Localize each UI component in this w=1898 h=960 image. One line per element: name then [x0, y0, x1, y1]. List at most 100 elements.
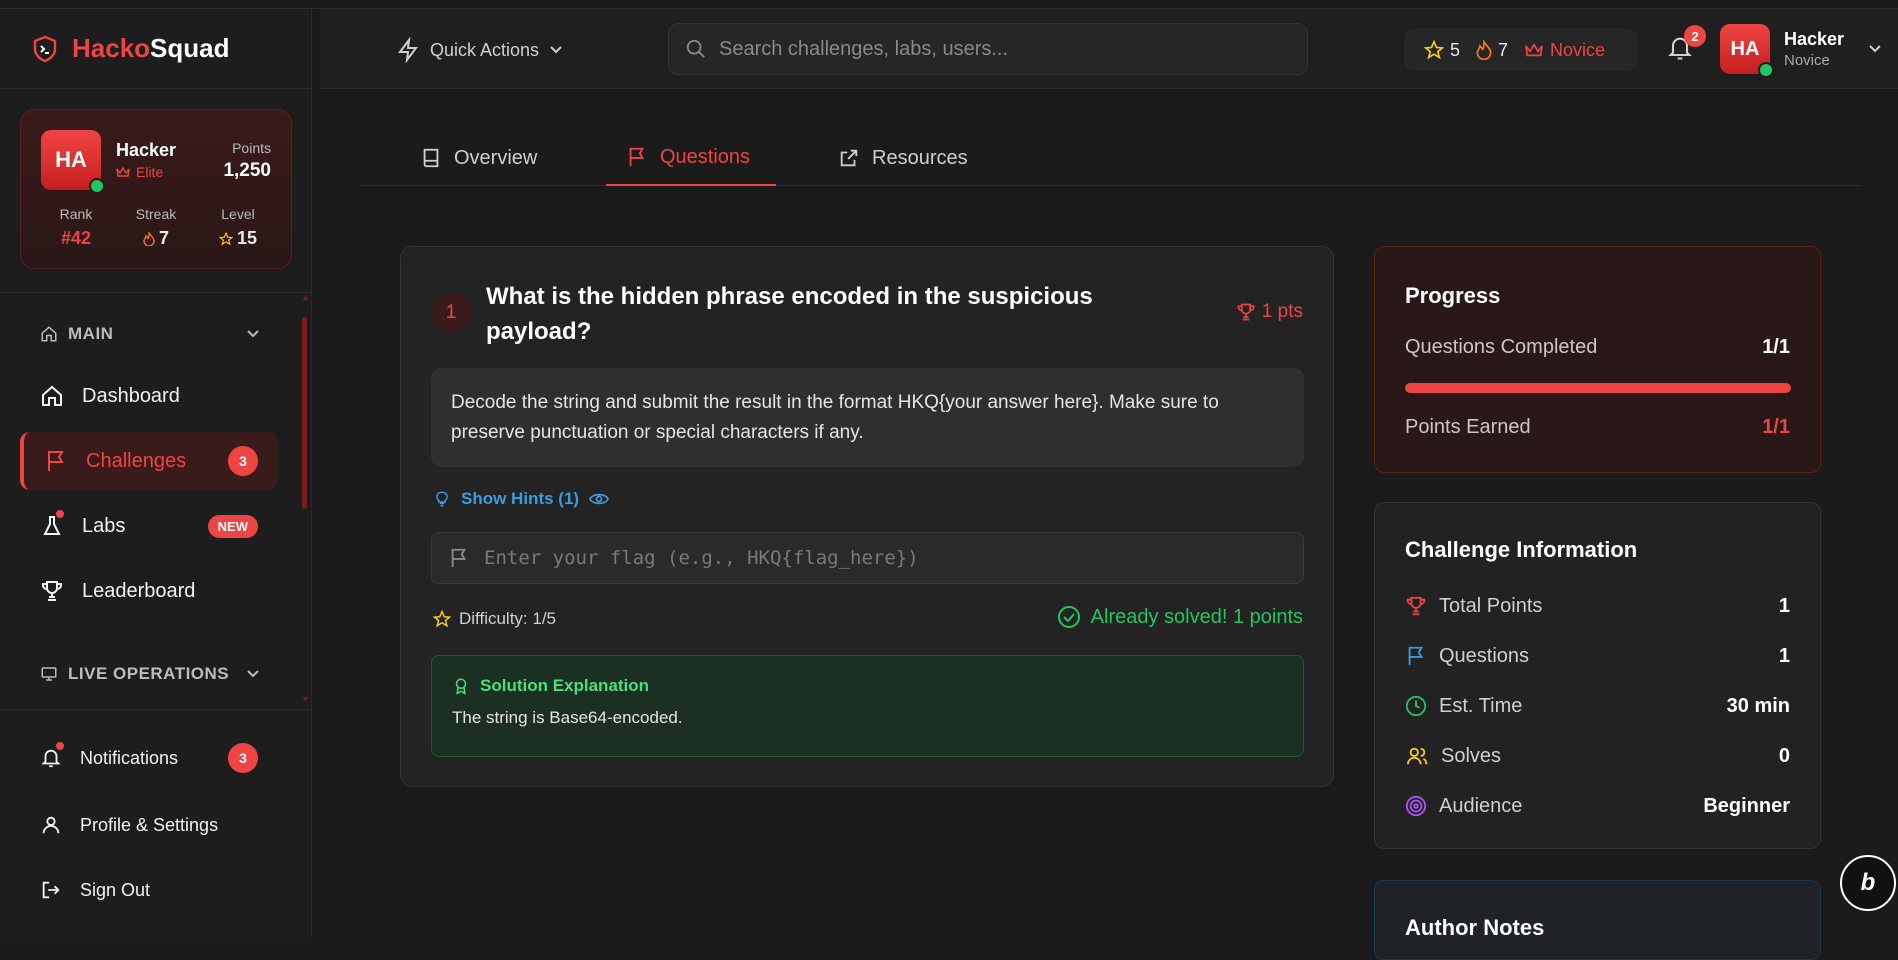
- streak-stat: 7: [1476, 40, 1508, 61]
- sidebar-item-dashboard[interactable]: Dashboard: [20, 367, 278, 425]
- flag-icon: [626, 145, 648, 169]
- chevron-down-icon: [549, 45, 563, 55]
- lightning-icon: [396, 37, 420, 63]
- search-bar[interactable]: [668, 23, 1308, 75]
- chevron-down-icon: [246, 329, 260, 339]
- sidebar-item-profile-settings[interactable]: Profile & Settings: [20, 799, 278, 851]
- section-live-operations[interactable]: LIVE OPERATIONS: [40, 664, 260, 684]
- flag-icon: [448, 546, 470, 570]
- challenge-info-title: Challenge Information: [1405, 537, 1638, 562]
- online-indicator: [1758, 62, 1774, 78]
- monitor-icon: [40, 665, 58, 683]
- author-notes-title: Author Notes: [1405, 915, 1545, 940]
- rank-stat: Rank #42: [59, 206, 93, 248]
- sidebar-item-notifications[interactable]: Notifications 3: [20, 732, 278, 784]
- sidebar-item-sign-out[interactable]: Sign Out: [20, 864, 278, 916]
- stars-stat: 5: [1424, 40, 1460, 61]
- points-label: Points: [232, 140, 271, 156]
- sign-out-icon: [40, 878, 62, 902]
- user-menu[interactable]: HA Hacker Novice: [1720, 24, 1882, 78]
- eye-icon: [589, 491, 610, 507]
- chevron-down-icon: [246, 669, 260, 679]
- bolt-badge-logo[interactable]: b: [1840, 855, 1896, 911]
- users-icon: [1405, 745, 1429, 767]
- search-input[interactable]: [719, 37, 1279, 61]
- info-row-audience: Audience Beginner: [1405, 791, 1790, 821]
- search-icon: [685, 38, 707, 60]
- solution-body: The string is Base64-encoded.: [452, 708, 683, 727]
- notifications-count-badge: 3: [228, 743, 258, 773]
- flag-icon: [44, 449, 68, 473]
- progress-panel: Progress Questions Completed 1/1 Points E…: [1374, 246, 1821, 473]
- external-link-icon: [838, 146, 860, 170]
- question-card: 1 What is the hidden phrase encoded in t…: [400, 246, 1334, 787]
- sidebar-item-challenges[interactable]: Challenges 3: [20, 432, 278, 490]
- crown-icon: [116, 166, 130, 178]
- divider: [0, 292, 312, 293]
- progress-bar-fill: [1405, 383, 1791, 393]
- check-circle-icon: [1057, 605, 1081, 629]
- notifications-bell[interactable]: 2: [1666, 25, 1706, 63]
- clock-icon: [1405, 695, 1427, 717]
- user-stats-pill[interactable]: 5 7 Novice: [1404, 29, 1638, 71]
- tab-questions[interactable]: Questions: [606, 130, 776, 186]
- solved-status: Already solved! 1 points: [1057, 605, 1303, 629]
- difficulty-indicator: Difficulty: 1/5: [433, 609, 556, 629]
- scroll-up-arrow-icon[interactable]: ▲: [301, 292, 310, 302]
- trophy-icon: [1236, 302, 1256, 322]
- scroll-down-arrow-icon[interactable]: ▼: [301, 694, 310, 704]
- top-header: Quick Actions 5 7 Novice 2 HA Hacker No: [320, 9, 1898, 89]
- section-main[interactable]: MAIN: [40, 324, 260, 344]
- sidebar-scrollbar[interactable]: [302, 317, 307, 509]
- solution-header: Solution Explanation: [452, 676, 1283, 696]
- user-name: Hacker: [116, 140, 177, 160]
- divider: [0, 709, 312, 710]
- progress-title: Progress: [1405, 283, 1501, 308]
- user-card[interactable]: HA Hacker Elite Points 1,250 Rank #42 St…: [20, 109, 292, 269]
- shield-logo-icon: [32, 35, 58, 63]
- brand-name: HackoSquad: [72, 33, 230, 63]
- crown-icon: [1524, 42, 1544, 58]
- star-icon: [433, 610, 451, 628]
- flag-icon: [1405, 645, 1427, 667]
- bell-icon: [40, 742, 64, 770]
- flame-icon: [143, 231, 155, 246]
- new-badge: NEW: [207, 514, 258, 538]
- lightbulb-icon: [433, 489, 451, 509]
- star-icon: [1424, 40, 1444, 60]
- quick-actions-button[interactable]: Quick Actions: [396, 37, 563, 63]
- sidebar-item-leaderboard[interactable]: Leaderboard: [20, 562, 278, 620]
- question-points: 1 pts: [1236, 301, 1303, 323]
- questions-completed-row: Questions Completed 1/1: [1405, 336, 1790, 358]
- points-value: 1,250: [223, 160, 271, 181]
- tab-overview[interactable]: Overview: [420, 130, 537, 186]
- challenge-info-panel: Challenge Information Total Points 1 Ques…: [1374, 502, 1821, 849]
- author-notes-panel: Author Notes: [1374, 880, 1821, 960]
- challenges-count-badge: 3: [228, 446, 258, 476]
- brand-logo[interactable]: HackoSquad: [0, 9, 312, 89]
- home-icon: [40, 384, 64, 408]
- avatar: HA: [1720, 24, 1774, 78]
- trophy-icon: [40, 579, 64, 603]
- flag-input[interactable]: [484, 547, 1284, 569]
- level-stat: Level 15: [203, 206, 273, 249]
- info-row-questions: Questions 1: [1405, 641, 1790, 671]
- target-icon: [1405, 795, 1427, 817]
- star-icon: [218, 231, 233, 246]
- flag-input-box[interactable]: [431, 532, 1304, 584]
- challenge-tabs: Overview Questions Resources: [360, 130, 1860, 186]
- question-number: 1: [431, 293, 471, 333]
- sidebar: HackoSquad HA Hacker Elite Points 1,250 …: [0, 9, 312, 937]
- window-top-edge: [0, 0, 1898, 9]
- home-icon: [40, 325, 58, 343]
- sidebar-item-labs[interactable]: Labs NEW: [20, 497, 278, 555]
- question-description: Decode the string and submit the result …: [431, 368, 1304, 467]
- header-user-name: Hacker: [1784, 29, 1845, 49]
- show-hints-button[interactable]: Show Hints (1): [433, 489, 610, 509]
- tab-resources[interactable]: Resources: [838, 130, 968, 186]
- chevron-down-icon: [1868, 44, 1882, 54]
- notification-count-badge: 2: [1684, 25, 1706, 47]
- online-indicator: [89, 178, 105, 194]
- avatar: HA: [41, 130, 105, 194]
- solution-explanation: Solution Explanation The string is Base6…: [431, 655, 1304, 757]
